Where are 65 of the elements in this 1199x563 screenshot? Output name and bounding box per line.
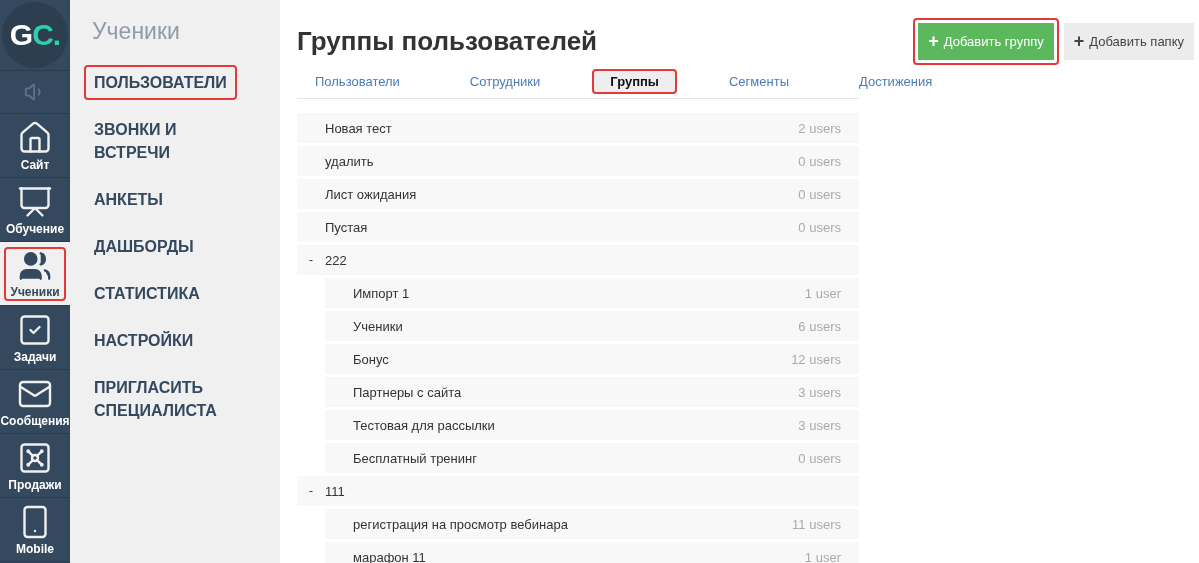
group-name: регистрация на просмотр вебинара [353, 516, 569, 532]
logo[interactable]: GC. [2, 2, 68, 68]
group-row[interactable]: удалить 0 users [297, 146, 859, 176]
user-count: 11 users [792, 516, 841, 532]
group-row[interactable]: Импорт 1 1 user [325, 278, 859, 308]
user-count: 2 users [798, 120, 841, 136]
group-name: Бесплатный тренинг [353, 450, 478, 466]
group-name: 111 [325, 483, 346, 499]
rail-label: Сообщения [0, 413, 70, 428]
group-row[interactable]: Лист ожидания 0 users [297, 179, 859, 209]
folder-row[interactable]: - 111 [297, 476, 859, 506]
add-folder-button[interactable]: + Добавить папку [1063, 23, 1194, 60]
group-row[interactable]: Партнеры с сайта 3 users [325, 377, 859, 407]
menu-item[interactable]: НАСТРОЙКИ [84, 323, 204, 358]
group-name: Новая тест [325, 120, 393, 136]
menu-item[interactable]: АНКЕТЫ [84, 182, 173, 217]
group-name: удалить [325, 153, 375, 169]
group-name: Пустая [325, 219, 369, 235]
tab[interactable]: Сотрудники [451, 69, 559, 94]
menu-item[interactable]: ПОЛЬЗОВАТЕЛИ [84, 65, 237, 100]
group-name: Импорт 1 [353, 285, 411, 301]
user-count: 6 users [798, 318, 841, 334]
user-count: 0 users [798, 186, 841, 202]
section-title: Ученики [92, 18, 181, 45]
group-row[interactable]: Пустая 0 users [297, 212, 859, 242]
rail-label: Сайт [20, 157, 50, 172]
menu-item[interactable]: ПРИГЛАСИТЬ СПЕЦИАЛИСТА [84, 370, 264, 428]
group-name: Партнеры с сайта [353, 384, 463, 400]
menu-item[interactable]: ДАШБОРДЫ [84, 229, 204, 264]
user-count: 1 user [804, 549, 841, 563]
tab[interactable]: Группы [592, 69, 677, 94]
group-row[interactable]: Новая тест 2 users [297, 113, 859, 143]
group-row[interactable]: Тестовая для рассылки 3 users [325, 410, 859, 440]
tab[interactable]: Пользователи [297, 69, 418, 94]
group-row[interactable]: Ученики 6 users [325, 311, 859, 341]
group-row[interactable]: регистрация на просмотр вебинара 11 users [325, 509, 859, 539]
user-count: 3 users [798, 384, 841, 400]
rail-label: Задачи [13, 349, 57, 364]
group-name: Лист ожидания [325, 186, 418, 202]
user-count: 3 users [798, 417, 841, 433]
rail-item[interactable]: Ученики [0, 242, 70, 306]
user-count: 12 users [791, 351, 841, 367]
rail-label: Обучение [5, 221, 65, 236]
group-name: Тестовая для рассылки [353, 417, 496, 433]
user-count: 0 users [798, 219, 841, 235]
collapse-toggle[interactable]: - [297, 484, 325, 498]
rail-label: Ученики [10, 284, 60, 299]
folder-row[interactable]: - 222 [297, 245, 859, 275]
rail-label: Mobile [16, 541, 54, 556]
group-name: Ученики [353, 318, 404, 334]
menu-item[interactable]: ЗВОНКИ И ВСТРЕЧИ [84, 112, 264, 170]
user-count: 0 users [798, 450, 841, 466]
group-name: 222 [325, 252, 348, 268]
home-icon [17, 119, 53, 156]
group-name: Бонус [353, 351, 390, 367]
rail-label: Продажи [8, 477, 62, 492]
user-count: 1 user [804, 285, 841, 301]
collapse-toggle[interactable]: - [297, 253, 325, 267]
group-row[interactable]: Бесплатный тренинг 0 users [325, 443, 859, 473]
group-row[interactable]: Бонус 12 users [325, 344, 859, 374]
user-count: 0 users [798, 153, 841, 169]
menu-item[interactable]: СТАТИСТИКА [84, 276, 210, 311]
tab[interactable]: Достижения [841, 69, 951, 94]
tab[interactable]: Сегменты [710, 69, 807, 94]
page-title: Группы пользователей [297, 26, 599, 57]
